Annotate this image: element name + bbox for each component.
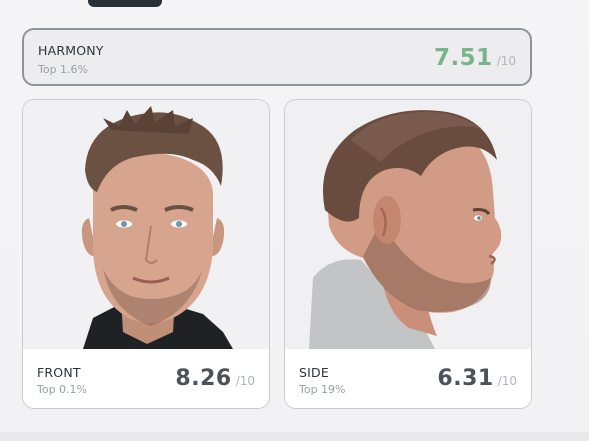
front-photo-card[interactable]: FRONT Top 0.1% 8.26 /10 [22,99,270,409]
side-profile-photo [285,100,531,349]
side-score-max: /10 [497,374,517,388]
side-photo-card[interactable]: SIDE Top 19% 6.31 /10 [284,99,532,409]
side-score: 6.31 [437,366,494,391]
harmony-rank: Top 1.6% [38,63,89,76]
side-rank: Top 19% [299,383,346,396]
analysis-page: HARMONY Top 1.6% 7.51 /10 FRONT Top 0.1%… [0,0,589,441]
front-rank: Top 0.1% [37,383,88,396]
top-tab[interactable] [88,0,162,7]
harmony-score: 7.51 [433,45,493,71]
front-label: FRONT [37,365,81,380]
front-face-illustration [23,100,269,349]
harmony-score-max: /10 [496,54,516,68]
side-label: SIDE [299,365,329,380]
front-score: 8.26 [175,366,232,391]
front-face-photo [23,100,269,349]
harmony-score-group: 7.51 /10 [434,45,516,71]
side-profile-illustration [285,100,531,349]
side-score-group: 6.31 /10 [437,366,517,391]
harmony-label: HARMONY [38,43,104,58]
side-caption: SIDE Top 19% 6.31 /10 [285,349,531,408]
front-caption: FRONT Top 0.1% 8.26 /10 [23,349,269,408]
harmony-score-card[interactable]: HARMONY Top 1.6% 7.51 /10 [22,28,532,86]
bottom-strip [0,432,589,441]
front-score-group: 8.26 /10 [175,366,255,391]
front-score-max: /10 [235,374,255,388]
